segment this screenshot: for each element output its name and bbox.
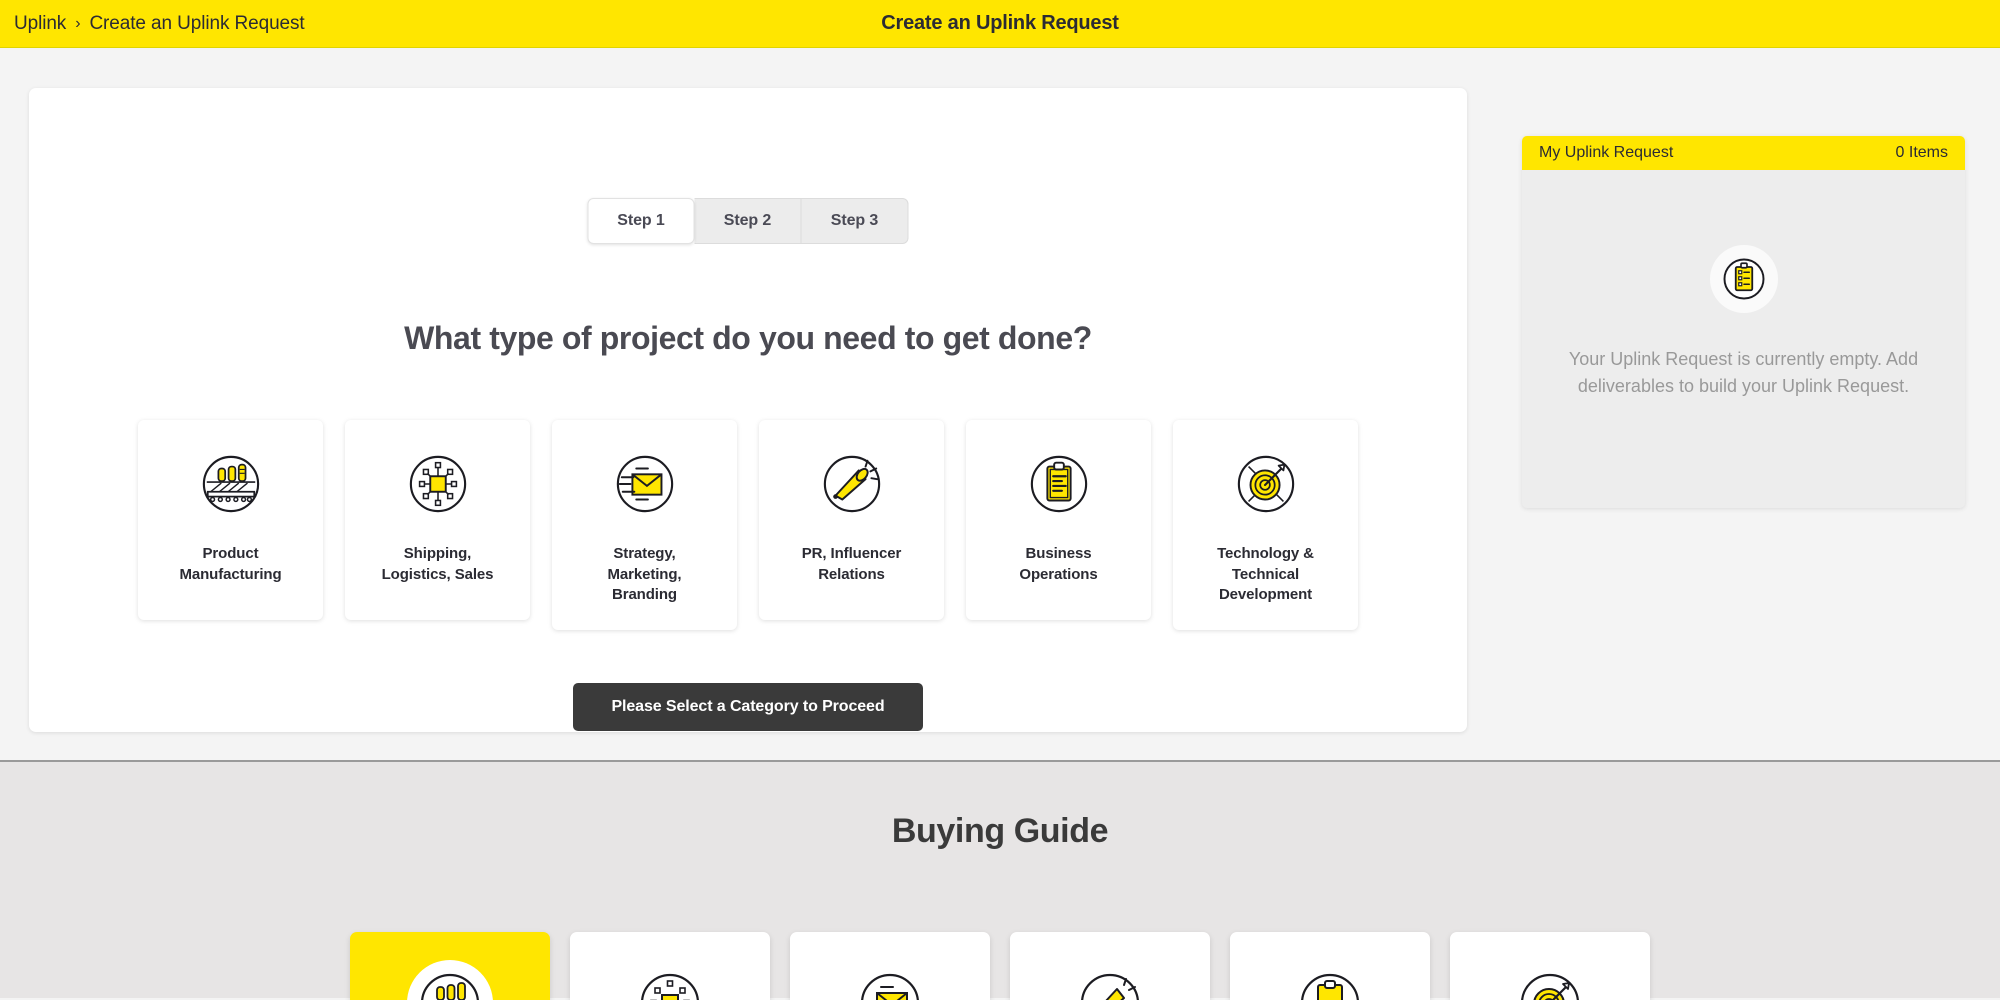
sidebar-header: My Uplink Request 0 Items xyxy=(1522,136,1965,170)
target-dart-icon xyxy=(1232,450,1300,518)
tab-step-1[interactable]: Step 1 xyxy=(587,198,695,244)
clipboard-checklist-icon xyxy=(1709,245,1778,313)
category-label: Product Manufacturing xyxy=(179,545,282,583)
buying-guide-card-pr-influencer-relations[interactable] xyxy=(1010,932,1210,1000)
envelope-send-icon xyxy=(847,960,933,1000)
sidebar-body: Your Uplink Request is currently empty. … xyxy=(1522,170,1965,508)
request-builder-card: Step 1 Step 2 Step 3 What type of projec… xyxy=(29,88,1467,732)
category-label: Shipping, Logistics, Sales xyxy=(381,545,494,583)
top-bar: Uplink › Create an Uplink Request Create… xyxy=(0,0,2000,48)
question-heading: What type of project do you need to get … xyxy=(404,320,1092,356)
buying-guide-card-row xyxy=(350,932,1650,1000)
megaphone-icon xyxy=(1067,960,1153,1000)
buying-guide-card-business-operations[interactable] xyxy=(1230,932,1430,1000)
target-dart-icon xyxy=(1507,960,1593,1000)
category-label: Business Operations xyxy=(1019,545,1098,583)
proceed-button[interactable]: Please Select a Category to Proceed xyxy=(573,683,923,731)
envelope-send-icon xyxy=(611,450,679,518)
category-card-product-manufacturing[interactable]: Product Manufacturing xyxy=(138,420,323,620)
breadcrumb: Uplink › Create an Uplink Request xyxy=(14,13,305,35)
breadcrumb-separator-icon: › xyxy=(75,14,81,32)
sidebar-item-count: 0 Items xyxy=(1895,144,1948,161)
factory-conveyor-icon xyxy=(407,960,493,1000)
sidebar-empty-message: Your Uplink Request is currently empty. … xyxy=(1568,349,1919,396)
breadcrumb-link-uplink[interactable]: Uplink xyxy=(14,13,66,35)
category-card-technology-technical-development[interactable]: Technology & Technical Development xyxy=(1173,420,1358,630)
clipboard-icon xyxy=(1287,960,1373,1000)
buying-guide-title: Buying Guide xyxy=(891,812,1109,850)
buying-guide-card-strategy-marketing-branding[interactable] xyxy=(790,932,990,1000)
chip-network-icon xyxy=(627,960,713,1000)
category-card-pr-influencer-relations[interactable]: PR, Influencer Relations xyxy=(759,420,944,620)
category-card-business-operations[interactable]: Business Operations xyxy=(966,420,1151,620)
tab-step-3[interactable]: Step 3 xyxy=(801,198,909,244)
breadcrumb-current: Create an Uplink Request xyxy=(89,12,305,34)
my-uplink-request-panel: My Uplink Request 0 Items Your Uplink Re… xyxy=(1522,136,1965,508)
category-card-shipping-logistics-sales[interactable]: Shipping, Logistics, Sales xyxy=(345,420,530,620)
category-label: Strategy, Marketing, Branding xyxy=(607,545,682,604)
buying-guide-card-product-manufacturing[interactable] xyxy=(350,932,550,1000)
category-card-row: Product Manufacturing Shipping, Logistic… xyxy=(138,420,1358,630)
chip-network-icon xyxy=(404,450,472,518)
sidebar-title: My Uplink Request xyxy=(1539,144,1674,161)
category-label: Technology & Technical Development xyxy=(1217,545,1314,604)
step-tabs: Step 1 Step 2 Step 3 xyxy=(587,198,909,244)
buying-guide-card-technology-technical-development[interactable] xyxy=(1450,932,1650,1000)
clipboard-icon xyxy=(1025,450,1093,518)
upper-section: Step 1 Step 2 Step 3 What type of projec… xyxy=(0,48,2000,762)
megaphone-icon xyxy=(818,450,886,518)
tab-step-2[interactable]: Step 2 xyxy=(694,198,802,244)
factory-conveyor-icon xyxy=(197,450,265,518)
category-card-strategy-marketing-branding[interactable]: Strategy, Marketing, Branding xyxy=(552,420,737,630)
category-label: PR, Influencer Relations xyxy=(801,545,902,583)
buying-guide-section: Buying Guide xyxy=(0,762,2000,1000)
buying-guide-card-shipping-logistics-sales[interactable] xyxy=(570,932,770,1000)
